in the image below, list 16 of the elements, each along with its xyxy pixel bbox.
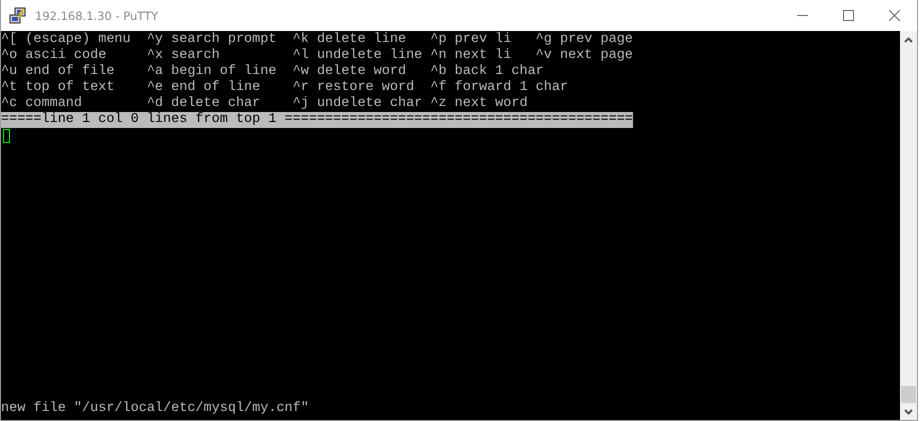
terminal-message: new file "/usr/local/etc/mysql/my.cnf": [1, 401, 309, 417]
terminal-line: ^t top of text ^e end of line ^r restore word ^f forward 1 char: [1, 80, 568, 96]
scrollbar[interactable]: [900, 31, 917, 420]
terminal-line: ^u end of file ^a begin of line ^w delete word ^b back 1 char: [1, 64, 544, 80]
scroll-thumb[interactable]: [901, 386, 916, 403]
chevron-down-icon: [904, 408, 913, 414]
window-title: 192.168.1.30 - PuTTY: [35, 8, 160, 22]
maximize-icon: [842, 10, 854, 21]
terminal-line: ^c command ^d delete char ^j undelete char ^z next word: [1, 96, 528, 112]
terminal-line: ^[ (escape) menu ^y search prompt ^k delete line ^p prev li ^g prev page: [1, 32, 633, 48]
close-icon: [888, 10, 900, 21]
text-cursor: [3, 129, 10, 143]
computer-icon: [9, 6, 27, 24]
chevron-up-icon: [904, 36, 913, 42]
minimize-icon: [796, 14, 808, 16]
terminal-line: ^o ascii code ^x search ^l undelete line ^n next li ^v next page: [1, 48, 633, 64]
